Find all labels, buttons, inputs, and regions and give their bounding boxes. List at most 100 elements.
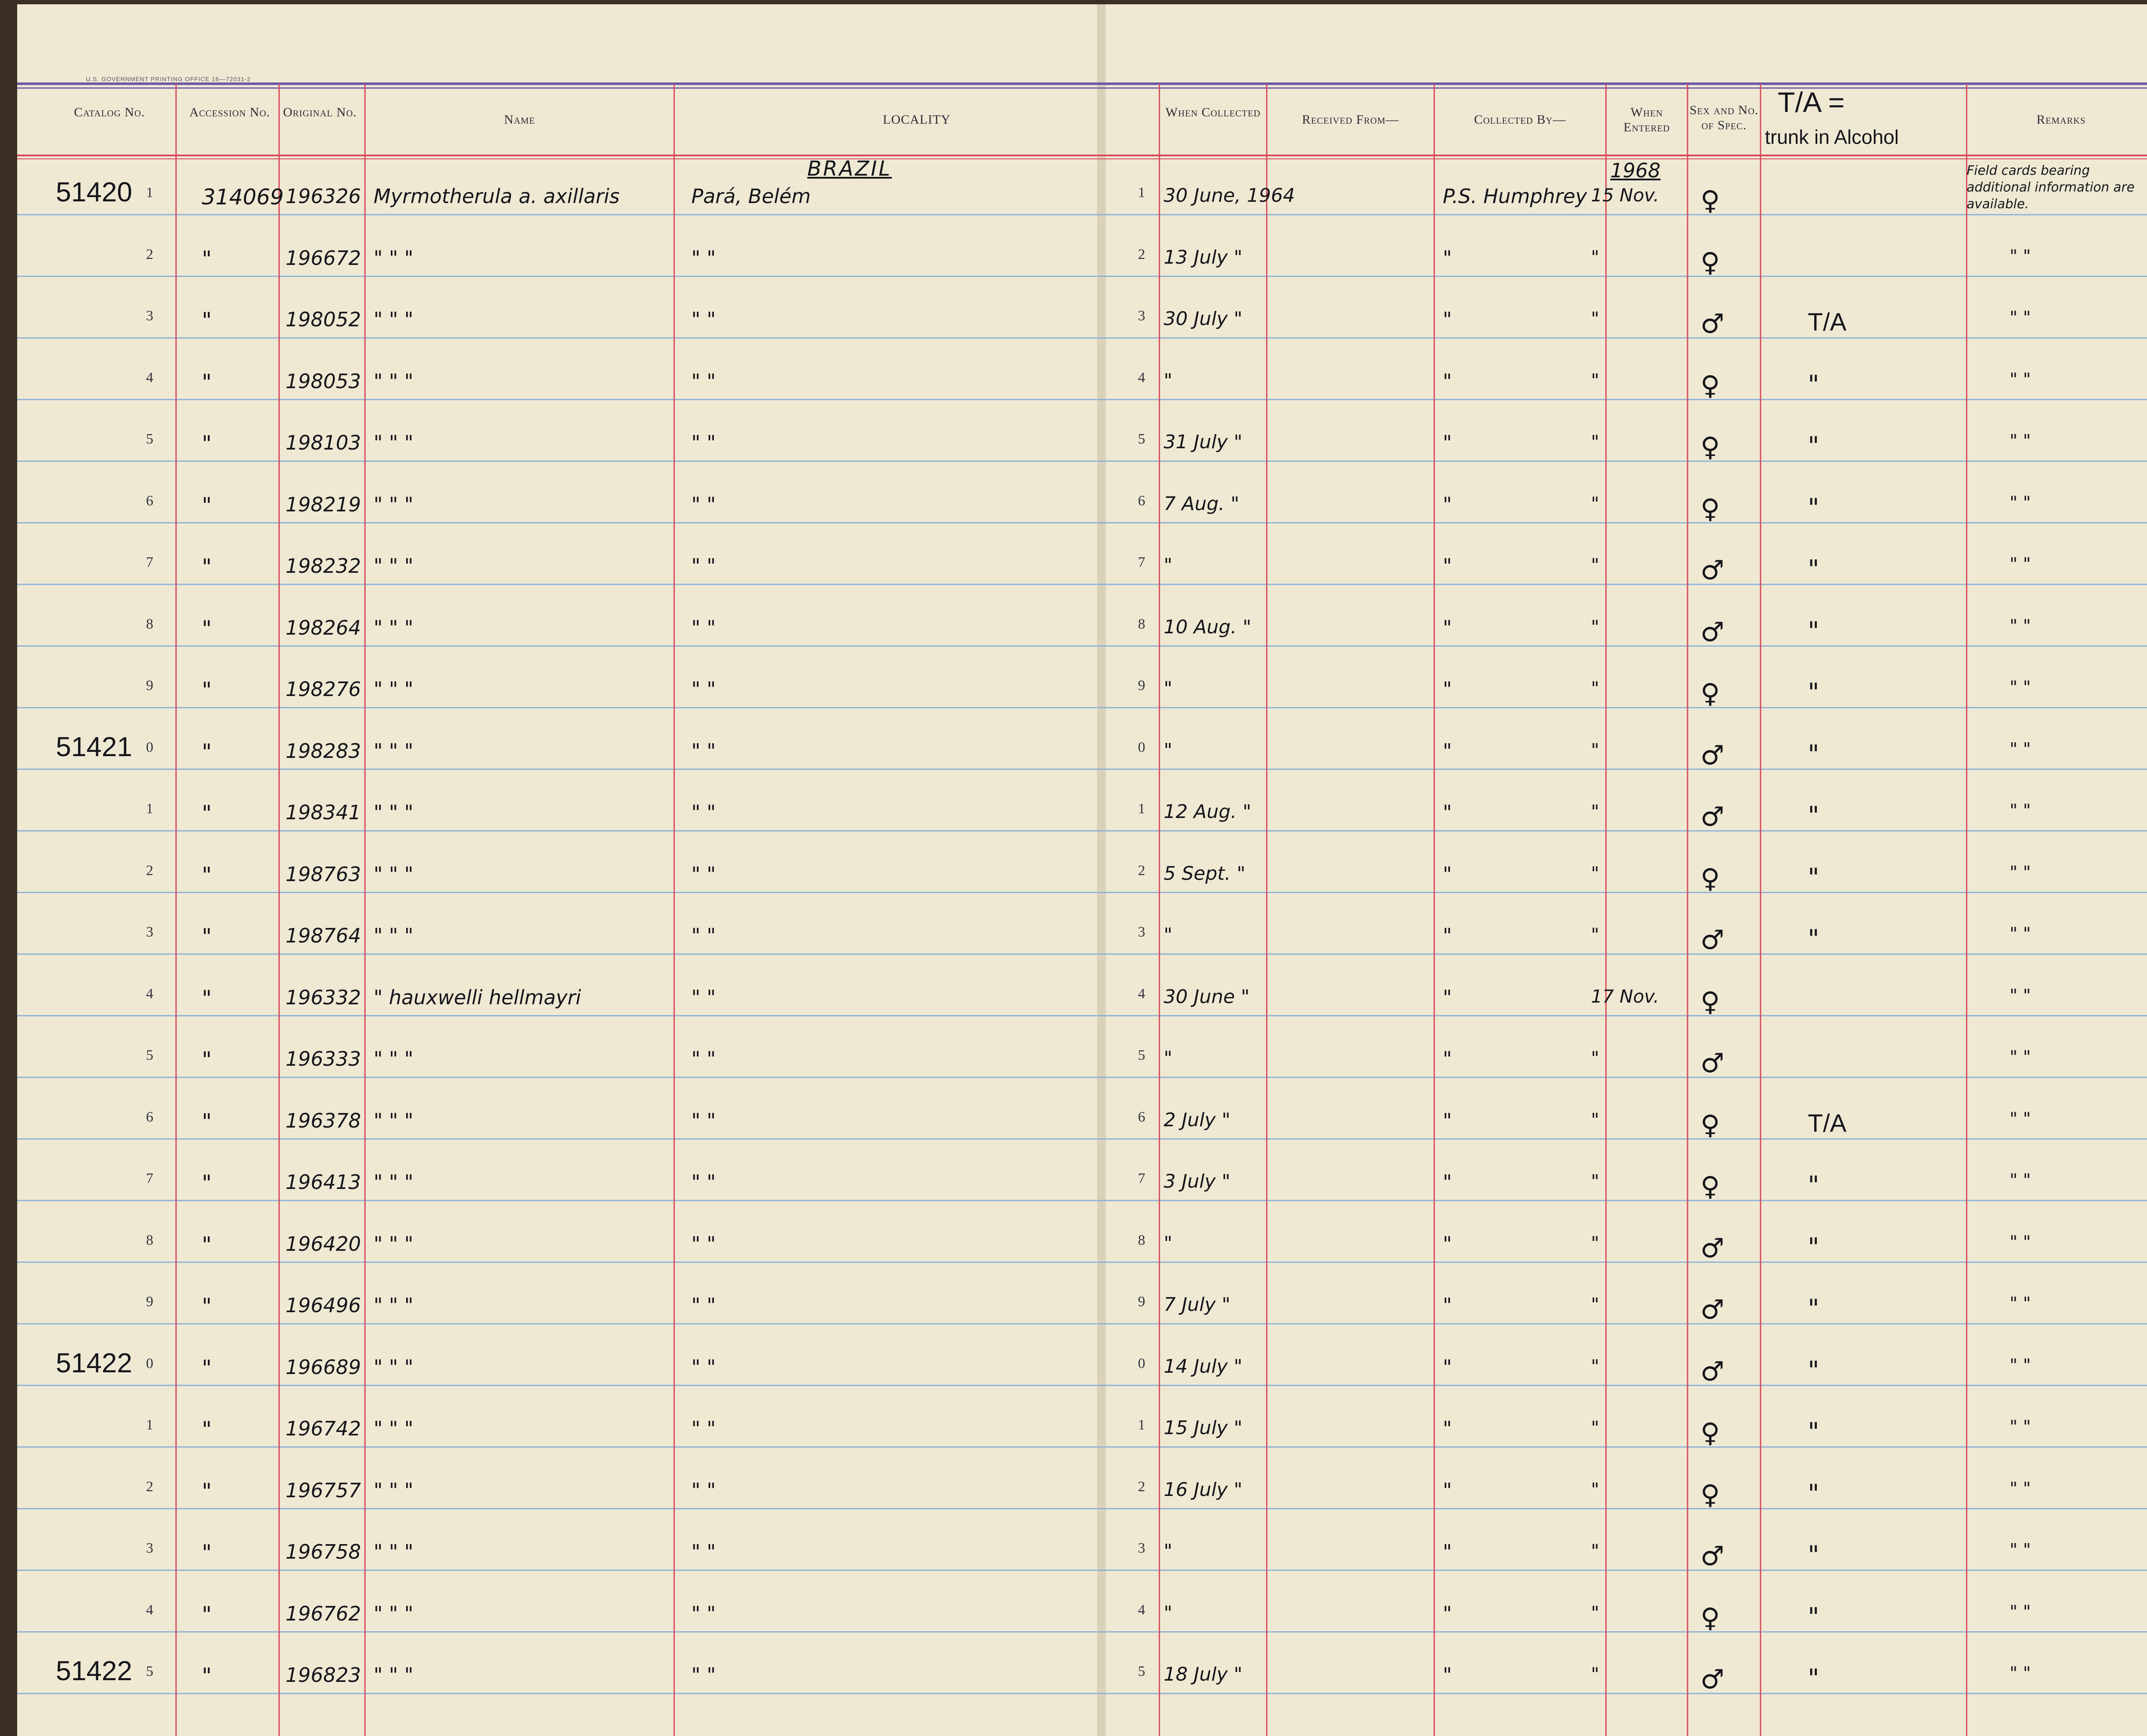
collector: " — [1443, 308, 1452, 331]
date-entered: " — [1591, 739, 1600, 760]
accession-number: " — [202, 1294, 212, 1319]
date-entered: " — [1591, 1232, 1600, 1253]
collector: " — [1443, 1417, 1452, 1440]
header-when-collected: When Collected — [1165, 105, 1261, 119]
header-catalog: Catalog No. — [74, 105, 145, 119]
date-collected: " — [1164, 369, 1173, 392]
year-heading: 1968 — [1610, 159, 1661, 182]
original-number: 198052 — [286, 308, 361, 331]
species-name: " " " — [374, 1047, 414, 1070]
original-number: 198103 — [286, 431, 361, 454]
header-received-from: Received From— — [1302, 112, 1399, 127]
date-entered: " — [1591, 1478, 1600, 1500]
header-when-entered: When Entered — [1623, 105, 1670, 134]
tia-mark: " — [1808, 493, 1819, 522]
date-entered: " — [1591, 1355, 1600, 1377]
locality: " " — [691, 1602, 716, 1625]
date-entered: " — [1591, 431, 1600, 452]
date-digit: 8 — [1138, 616, 1145, 632]
collector: " — [1443, 616, 1452, 639]
sex-symbol: ♀ — [1700, 369, 1720, 401]
species-name: " " " — [374, 308, 414, 331]
locality: " " — [691, 1663, 716, 1687]
species-name: " hauxwelli hellmayri — [374, 985, 581, 1009]
date-digit: 3 — [1138, 924, 1145, 940]
collector: " — [1443, 554, 1452, 578]
accession-number: " — [202, 1602, 212, 1627]
date-digit: 1 — [1138, 801, 1145, 817]
tia-mark: " — [1808, 1294, 1819, 1323]
date-entered: " — [1591, 1540, 1600, 1561]
catalog-number: 51422 — [56, 1655, 132, 1686]
date-entered: 17 Nov. — [1591, 985, 1659, 1007]
remarks-ditto: " " — [2010, 554, 2031, 574]
original-number: 198219 — [286, 493, 361, 516]
remarks-ditto: " " — [2010, 1417, 2031, 1437]
date-entered: 15 Nov. — [1591, 185, 1659, 206]
original-number: 198264 — [286, 616, 361, 639]
original-number: 196758 — [286, 1540, 361, 1563]
original-number: 196496 — [286, 1294, 361, 1317]
original-number: 196332 — [286, 985, 361, 1009]
original-number: 198764 — [286, 924, 361, 947]
date-entered: " — [1591, 1294, 1600, 1315]
date-entered: " — [1591, 1047, 1600, 1068]
catalog-digit: 7 — [146, 1171, 153, 1186]
collector: " — [1443, 801, 1452, 824]
tia-mark: T/A — [1808, 1109, 1847, 1137]
remarks-ditto: " " — [2010, 1663, 2031, 1683]
sex-symbol: ♀ — [1700, 246, 1720, 278]
catalog-number: 51420 — [56, 176, 132, 207]
date-collected: 31 July " — [1164, 431, 1243, 453]
sex-symbol: ♀ — [1700, 185, 1720, 216]
locality: " " — [691, 1294, 716, 1317]
original-number: 198283 — [286, 739, 361, 763]
tia-meaning: trunk in Alcohol — [1765, 126, 1899, 148]
header-original: Original No. — [283, 105, 357, 119]
tia-mark: " — [1808, 1232, 1819, 1262]
sex-symbol: ♀ — [1700, 985, 1720, 1017]
remarks-ditto: " " — [2010, 924, 2031, 944]
date-entered: " — [1591, 246, 1600, 268]
catalog-number: 51421 — [56, 731, 132, 762]
tia-mark: " — [1808, 1171, 1819, 1200]
date-entered: " — [1591, 1417, 1600, 1438]
catalog-digit: 1 — [146, 801, 153, 817]
catalog-digit: 9 — [146, 1294, 153, 1310]
original-number: 196378 — [286, 1109, 361, 1132]
date-collected: 18 July " — [1164, 1663, 1243, 1685]
date-entered: " — [1591, 801, 1600, 822]
original-number: 198341 — [286, 801, 361, 824]
locality: " " — [691, 1232, 716, 1256]
accession-number: " — [202, 678, 212, 702]
locality: " " — [691, 1171, 716, 1194]
catalog-digit: 9 — [146, 678, 153, 693]
locality: " " — [691, 493, 716, 516]
remarks-ditto: " " — [2010, 431, 2031, 451]
date-collected: " — [1164, 554, 1173, 576]
date-collected: 14 July " — [1164, 1355, 1243, 1377]
original-number: 196420 — [286, 1232, 361, 1256]
catalog-digit: 5 — [146, 1047, 153, 1063]
collector: " — [1443, 1232, 1452, 1256]
remarks-ditto: " " — [2010, 1602, 2031, 1622]
date-collected: " — [1164, 1540, 1173, 1562]
catalog-digit: 2 — [146, 246, 153, 262]
accession-number: " — [202, 1417, 212, 1442]
date-digit: 5 — [1138, 431, 1145, 447]
date-collected: 5 Sept. " — [1164, 862, 1246, 885]
species-name: " " " — [374, 1109, 414, 1132]
species-name: Myrmotherula a. axillaris — [374, 185, 620, 208]
date-collected: 3 July " — [1164, 1171, 1231, 1192]
date-entered: " — [1591, 616, 1600, 637]
date-collected: 13 July " — [1164, 246, 1243, 268]
date-collected: " — [1164, 739, 1173, 761]
date-entered: " — [1591, 369, 1600, 391]
collector: " — [1443, 1171, 1452, 1194]
tia-heading: T/A = — [1778, 86, 1845, 118]
date-digit: 5 — [1138, 1663, 1145, 1679]
locality: " " — [691, 1540, 716, 1563]
collector: " — [1443, 739, 1452, 763]
accession-number: " — [202, 801, 212, 826]
ledger-page: U.S. GOVERNMENT PRINTING OFFICE 16—72031… — [0, 0, 2147, 1736]
